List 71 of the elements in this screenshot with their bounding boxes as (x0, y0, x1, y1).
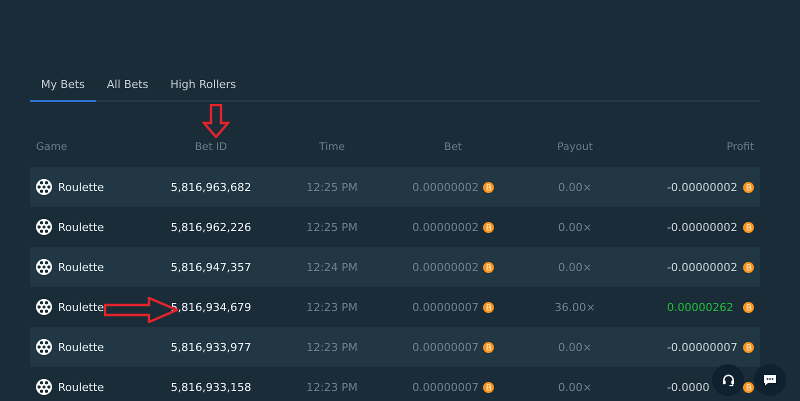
chat-icon (763, 374, 777, 386)
bet-amount: 0.00000007 (412, 300, 479, 314)
payout-multiplier: 36.00× (554, 300, 596, 314)
game-name: Roulette (58, 300, 104, 314)
bet-amount: 0.00000007 (412, 340, 479, 354)
roulette-wheel-icon (36, 179, 52, 195)
bet-time: 12:24 PM (306, 260, 358, 274)
profit-amount: -0.00000007 (667, 340, 738, 354)
payout-multiplier: 0.00× (558, 220, 592, 234)
tab[interactable]: All Bets (96, 68, 160, 102)
coin-icon (482, 262, 494, 272)
coin-icon (743, 342, 754, 352)
payout-multiplier: 0.00× (558, 340, 592, 354)
bet-id: 5,816,933,977 (170, 340, 252, 354)
bet-time: 12:23 PM (306, 300, 358, 314)
profit-amount: -0.00000002 (667, 180, 738, 194)
coin-icon (743, 222, 754, 232)
bet-id: 5,816,962,226 (170, 220, 252, 234)
column-header: Profit (726, 141, 755, 153)
game-name: Roulette (58, 180, 104, 194)
column-header: Game (35, 141, 68, 153)
bet-time: 12:23 PM (306, 380, 358, 394)
coin-icon (743, 302, 754, 312)
coin-icon (482, 342, 494, 352)
table-row[interactable]: Roulette 5,816,947,357 12:24 PM 0.00000002 0.00× -0.00000002 (30, 247, 760, 287)
roulette-wheel-icon (36, 219, 52, 235)
roulette-wheel-icon (36, 339, 52, 355)
table-row[interactable]: Roulette 5,816,963,682 12:25 PM 0.00000002 0.00× -0.00000002 (30, 167, 760, 207)
bet-amount: 0.00000007 (412, 380, 479, 394)
column-header: Payout (557, 141, 593, 153)
bet-time: 12:25 PM (306, 180, 358, 194)
bet-id: 5,816,933,158 (170, 380, 252, 394)
bet-id: 5,816,963,682 (170, 180, 252, 194)
headset-icon (722, 374, 734, 386)
coin-icon (743, 182, 754, 192)
bet-time: 12:25 PM (306, 220, 358, 234)
bet-time: 12:23 PM (306, 340, 358, 354)
coin-icon (482, 222, 494, 232)
game-name: Roulette (58, 260, 104, 274)
roulette-wheel-icon (36, 299, 52, 315)
payout-multiplier: 0.00× (558, 260, 592, 274)
roulette-wheel-icon (36, 259, 52, 275)
bet-amount: 0.00000002 (412, 220, 479, 234)
table-row[interactable]: Roulette 5,816,933,977 12:23 PM 0.00000007 0.00× -0.00000007 (30, 327, 760, 367)
column-header: Bet ID (194, 141, 228, 153)
support-button[interactable] (712, 364, 744, 396)
bet-amount: 0.00000002 (412, 260, 479, 274)
column-header: Bet (444, 141, 462, 153)
payout-multiplier: 0.00× (558, 180, 592, 194)
chat-button[interactable] (754, 364, 786, 396)
game-name: Roulette (58, 220, 104, 234)
profit-amount: -0.00000002 (667, 220, 738, 234)
game-name: Roulette (58, 380, 104, 394)
coin-icon (743, 262, 754, 272)
coin-icon (482, 382, 494, 392)
column-header: Time (319, 141, 345, 153)
profit-amount: -0.0000 (667, 380, 710, 394)
coin-icon (482, 302, 494, 312)
bet-amount: 0.00000002 (412, 180, 479, 194)
roulette-wheel-icon (36, 379, 52, 395)
bet-id: 5,816,947,357 (170, 260, 252, 274)
annotation-arrow-icon (202, 104, 230, 138)
coin-icon (482, 182, 494, 192)
coin-icon (743, 382, 754, 392)
profit-amount: 0.00000262 (667, 300, 734, 314)
tab[interactable]: High Rollers (159, 68, 248, 102)
game-name: Roulette (58, 340, 104, 354)
tab[interactable]: My Bets (30, 68, 96, 102)
bet-id: 5,816,934,679 (170, 300, 252, 314)
profit-amount: -0.00000002 (667, 260, 738, 274)
payout-multiplier: 0.00× (558, 380, 592, 394)
